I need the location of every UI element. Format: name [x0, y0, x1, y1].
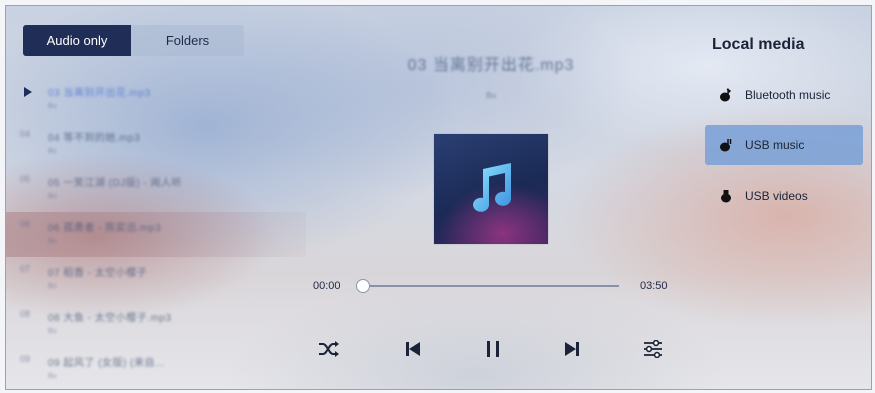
- total-time: 03:50: [640, 280, 668, 292]
- now-playing-icon: [24, 87, 32, 97]
- track-artist: Bu: [48, 193, 57, 200]
- track-artist: Bu: [48, 148, 57, 155]
- list-item[interactable]: 04 04 等不到的她.mp3 Bu: [6, 122, 306, 167]
- track-artist: Bu: [48, 238, 57, 245]
- next-button[interactable]: [559, 336, 585, 362]
- track-number: 08: [20, 309, 31, 319]
- tab-folders[interactable]: Folders: [131, 25, 244, 56]
- pause-button[interactable]: [480, 336, 506, 362]
- list-item[interactable]: 09 09 起风了 (女版) (来自... Bu: [6, 347, 306, 389]
- now-playing-artist: Bu: [486, 91, 496, 100]
- shuffle-icon: [319, 341, 339, 357]
- track-number: 07: [20, 264, 31, 274]
- track-title: 08 大鱼 - 太空小樱子.mp3: [48, 313, 172, 324]
- track-artist: Bu: [48, 328, 57, 335]
- tab-bar: Audio only Folders: [23, 25, 244, 56]
- equalizer-button[interactable]: [640, 336, 666, 362]
- current-time: 00:00: [313, 280, 341, 292]
- track-title: 05 一笑江湖 (DJ版) - 闻人听: [48, 178, 182, 189]
- track-title: 09 起风了 (女版) (来自...: [48, 358, 165, 369]
- music-note-icon: [473, 163, 511, 212]
- list-item[interactable]: 05 05 一笑江湖 (DJ版) - 闻人听 Bu: [6, 167, 306, 212]
- media-item-usb-videos[interactable]: USB videos: [705, 176, 863, 216]
- media-item-label: USB music: [745, 138, 805, 152]
- tab-audio-only[interactable]: Audio only: [23, 25, 131, 56]
- pause-icon: [487, 341, 499, 357]
- list-item[interactable]: 07 07 稻香 - 太空小樱子 Bu: [6, 257, 306, 302]
- usb-video-icon: [719, 189, 733, 203]
- previous-button[interactable]: [400, 336, 426, 362]
- bluetooth-music-icon: [719, 88, 733, 102]
- skip-previous-icon: [406, 342, 420, 356]
- list-item[interactable]: 08 08 大鱼 - 太空小樱子.mp3 Bu: [6, 302, 306, 347]
- track-title: 04 等不到的她.mp3: [48, 133, 141, 144]
- album-art: [434, 134, 548, 244]
- equalizer-icon: [644, 340, 662, 358]
- skip-next-icon: [565, 342, 579, 356]
- track-title: 07 稻香 - 太空小樱子: [48, 268, 148, 279]
- progress-bar[interactable]: [356, 279, 619, 293]
- list-item[interactable]: 06 06 孤勇者 - 陈奕迅.mp3 Bu: [6, 212, 306, 257]
- media-item-label: Bluetooth music: [745, 88, 831, 102]
- music-player-window: Audio only Folders 03 当离别开出花.mp3 Bu 04 0…: [5, 5, 872, 390]
- track-title: 06 孤勇者 - 陈奕迅.mp3: [48, 223, 162, 234]
- track-number: 06: [20, 219, 31, 229]
- media-item-bluetooth-music[interactable]: Bluetooth music: [705, 75, 863, 115]
- track-artist: Bu: [48, 103, 57, 110]
- list-item[interactable]: 03 当离别开出花.mp3 Bu: [6, 77, 306, 122]
- track-title: 03 当离别开出花.mp3: [48, 88, 151, 99]
- shuffle-button[interactable]: [316, 336, 342, 362]
- track-number: 09: [20, 354, 31, 364]
- progress-thumb[interactable]: [356, 279, 370, 293]
- media-item-usb-music[interactable]: USB music: [705, 125, 863, 165]
- track-number: 04: [20, 129, 31, 139]
- local-media-title: Local media: [712, 36, 805, 53]
- usb-music-icon: [719, 138, 733, 152]
- now-playing-title: 03 当离别开出花.mp3: [407, 57, 575, 74]
- track-number: 05: [20, 174, 31, 184]
- track-artist: Bu: [48, 373, 57, 380]
- media-item-label: USB videos: [745, 189, 808, 203]
- track-artist: Bu: [48, 283, 57, 290]
- playlist: 03 当离别开出花.mp3 Bu 04 04 等不到的她.mp3 Bu 05 0…: [6, 77, 306, 389]
